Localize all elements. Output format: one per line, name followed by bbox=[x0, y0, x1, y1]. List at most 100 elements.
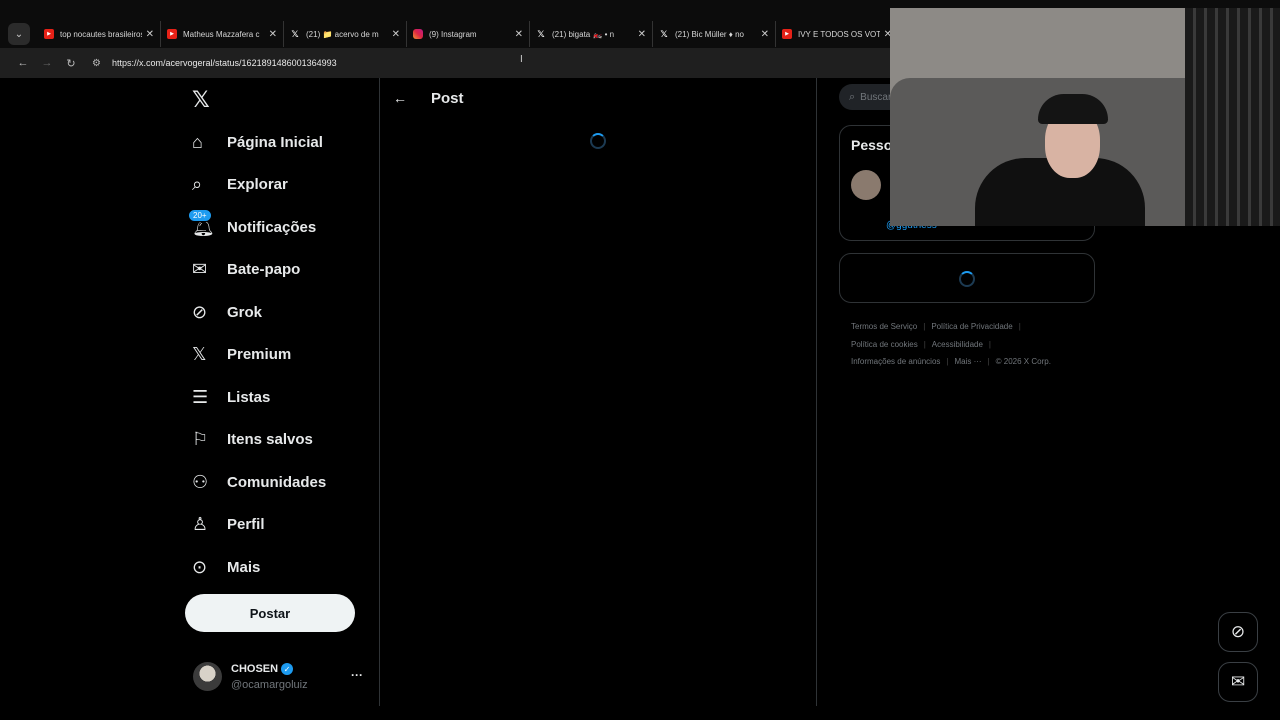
sidebar-item-lists[interactable]: ☰ Listas bbox=[188, 376, 326, 419]
sidebar-item-label: Premium bbox=[227, 346, 292, 364]
close-tab-icon[interactable]: ✕ bbox=[638, 29, 646, 40]
browser-tab[interactable]: ▶ top nocautes brasileiros ✕ bbox=[38, 21, 161, 47]
verified-badge-icon: ✓ bbox=[281, 663, 294, 675]
close-tab-icon[interactable]: ✕ bbox=[146, 29, 154, 40]
list-icon: ☰ bbox=[192, 386, 209, 407]
sidebar-item-notifications[interactable]: 🔔︎ 20+ Notificações bbox=[188, 206, 326, 249]
browser-tab[interactable]: (9) Instagram ✕ bbox=[407, 21, 530, 47]
youtube-icon: ▶ bbox=[782, 29, 792, 39]
more-icon: ⊙ bbox=[192, 556, 208, 577]
x-icon: 𝕏 bbox=[291, 28, 299, 39]
browser-toolbar: ← → ↻ ⚙ https://x.com/acervogeral/status… bbox=[0, 48, 890, 78]
more-options-icon[interactable]: ··· bbox=[351, 668, 363, 682]
search-placeholder: Buscar bbox=[860, 91, 892, 103]
footer-separator: | bbox=[987, 357, 990, 366]
home-icon: ⌂ bbox=[192, 131, 203, 152]
sidebar-item-profile[interactable]: ♙ Perfil bbox=[188, 504, 326, 547]
back-arrow-icon[interactable]: ← bbox=[393, 90, 419, 106]
sidebar-item-label: Mais bbox=[227, 558, 261, 576]
who-to-follow-title: Pesso bbox=[851, 137, 893, 153]
sidebar-item-communities[interactable]: ⚇ Comunidades bbox=[188, 461, 326, 504]
sidebar-item-label: Página Inicial bbox=[227, 133, 323, 151]
tab-search-dropdown-icon[interactable]: ⌄ bbox=[8, 23, 30, 45]
sidebar-item-explore[interactable]: ⌕ Explorar bbox=[188, 164, 326, 207]
x-premium-icon: 𝕏 bbox=[192, 344, 207, 365]
sidebar-item-label: Perfil bbox=[227, 516, 265, 534]
tab-title: IVY E TODOS OS VOT bbox=[798, 29, 880, 39]
reload-icon[interactable]: ↻ bbox=[62, 57, 80, 70]
loading-spinner bbox=[590, 133, 606, 149]
profile-handle: @ocamargoluiz bbox=[231, 679, 308, 691]
sidebar-item-grok[interactable]: ⊘ Grok bbox=[188, 291, 326, 334]
bell-icon: 🔔︎ 20+ bbox=[188, 208, 218, 238]
loading-spinner bbox=[959, 271, 975, 287]
mail-icon: ✉ bbox=[192, 259, 208, 280]
footer-separator: | bbox=[923, 322, 926, 331]
footer-separator: | bbox=[923, 339, 926, 349]
text-cursor-icon: I bbox=[520, 54, 523, 65]
profile-name-row: CHOSEN ✓ bbox=[231, 663, 294, 675]
x-icon: 𝕏 bbox=[660, 28, 668, 39]
sidebar-item-more[interactable]: ⊙ Mais bbox=[188, 546, 326, 589]
x-icon: 𝕏 bbox=[537, 28, 545, 39]
footer-link-privacy[interactable]: Política de Privacidade bbox=[931, 322, 1012, 331]
youtube-icon: ▶ bbox=[44, 29, 54, 39]
page-title: Post bbox=[431, 89, 464, 107]
sidebar-item-bookmarks[interactable]: ⚐ Itens salvos bbox=[188, 419, 326, 462]
back-icon[interactable]: ← bbox=[14, 57, 32, 69]
sidebar-item-home[interactable]: ⌂ Página Inicial bbox=[188, 121, 326, 164]
tab-title: top nocautes brasileiros bbox=[60, 29, 142, 39]
sidebar-item-label: Bate-papo bbox=[227, 261, 301, 279]
messages-fab-icon[interactable]: ✉ bbox=[1218, 662, 1258, 702]
footer-link-ads-info[interactable]: Informações de anúncios bbox=[851, 357, 940, 366]
browser-tab[interactable]: ▶ Matheus Mazzafera c ✕ bbox=[161, 21, 284, 47]
close-tab-icon[interactable]: ✕ bbox=[761, 29, 769, 40]
footer-links: Termos de Serviço | Política de Privacidad… bbox=[851, 318, 1091, 371]
loading-card bbox=[839, 253, 1095, 303]
site-info-icon[interactable]: ⚙ bbox=[92, 58, 108, 69]
sidebar-item-label: Explorar bbox=[227, 176, 288, 194]
webcam-curtain bbox=[1185, 8, 1280, 226]
sidebar-item-premium[interactable]: 𝕏 Premium bbox=[188, 334, 326, 377]
sidebar-item-label: Comunidades bbox=[227, 473, 327, 491]
grok-fab-icon[interactable]: ⊘ bbox=[1218, 612, 1258, 652]
footer-link-more[interactable]: Mais ··· bbox=[954, 357, 981, 366]
browser-tab[interactable]: ▶ IVY E TODOS OS VOT ✕ bbox=[776, 21, 899, 47]
sidebar-item-messages[interactable]: ✉ Bate-papo bbox=[188, 249, 326, 292]
close-tab-icon[interactable]: ✕ bbox=[515, 29, 523, 40]
communities-icon: ⚇ bbox=[192, 471, 209, 492]
footer-separator: | bbox=[988, 339, 991, 349]
footer-copyright: © 2026 X Corp. bbox=[995, 357, 1051, 366]
post-button[interactable]: Postar bbox=[185, 594, 355, 632]
sidebar-item-label: Listas bbox=[227, 388, 271, 406]
search-icon: ⌕ bbox=[192, 174, 203, 195]
post-header: ← Post bbox=[381, 84, 464, 112]
avatar[interactable] bbox=[851, 170, 881, 200]
footer-link-accessibility[interactable]: Acessibilidade bbox=[932, 340, 983, 349]
browser-tab[interactable]: 𝕏 (21) 📁 acervo de m ✕ bbox=[284, 21, 407, 47]
account-switcher[interactable]: CHOSEN ✓ @ocamargoluiz ··· bbox=[193, 660, 368, 696]
footer-separator: | bbox=[1018, 322, 1021, 331]
tab-title: (21) Bic Müller ♦ no bbox=[675, 29, 744, 39]
close-tab-icon[interactable]: ✕ bbox=[392, 29, 400, 40]
browser-tab[interactable]: 𝕏 (21) bigata 🏍️ • n ✕ bbox=[530, 21, 653, 47]
footer-separator: | bbox=[946, 357, 949, 366]
sidebar-nav: ⌂ Página Inicial ⌕ Explorar 🔔︎ 20+ Notifi… bbox=[188, 121, 326, 589]
bookmark-icon: ⚐ bbox=[192, 429, 209, 450]
close-tab-icon[interactable]: ✕ bbox=[269, 29, 277, 40]
tab-title: (21) bigata 🏍️ • n bbox=[552, 29, 615, 39]
sidebar-item-label: Notificações bbox=[227, 218, 317, 236]
tab-title: (21) 📁 acervo de m bbox=[306, 29, 379, 39]
sidebar-item-label: Itens salvos bbox=[227, 431, 313, 449]
tab-title: Matheus Mazzafera c bbox=[183, 29, 260, 39]
profile-name: CHOSEN bbox=[231, 663, 279, 675]
webcam-person-cap bbox=[1038, 94, 1108, 124]
x-logo-icon[interactable]: 𝕏 bbox=[192, 87, 210, 113]
column-divider bbox=[379, 78, 380, 706]
footer-link-terms[interactable]: Termos de Serviço bbox=[851, 322, 917, 331]
youtube-icon: ▶ bbox=[167, 29, 177, 39]
address-bar[interactable]: https://x.com/acervogeral/status/1621891… bbox=[112, 58, 337, 68]
forward-icon[interactable]: → bbox=[38, 57, 56, 69]
browser-tab[interactable]: 𝕏 (21) Bic Müller ♦ no ✕ bbox=[653, 21, 776, 47]
footer-link-cookies[interactable]: Política de cookies bbox=[851, 340, 918, 349]
